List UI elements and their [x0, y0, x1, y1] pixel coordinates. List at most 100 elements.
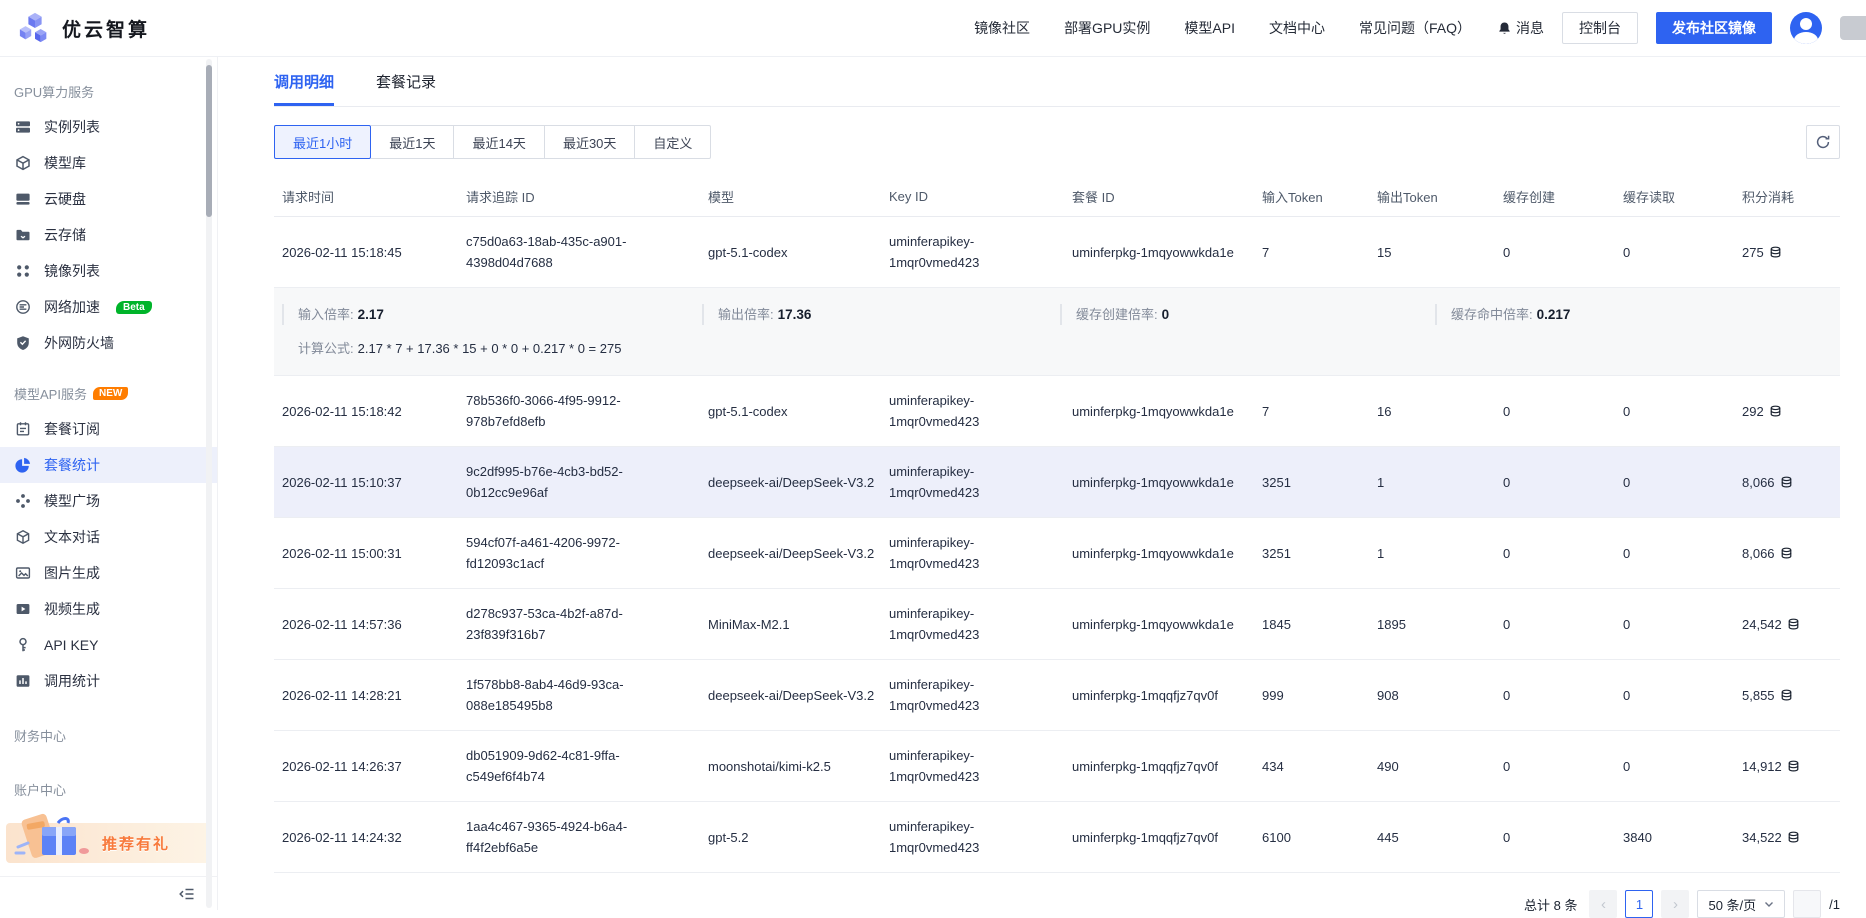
filter-last-1-day[interactable]: 最近1天 [371, 125, 454, 159]
table-row[interactable]: 2026-02-11 14:28:21 1f578bb8-8ab4-46d9-9… [274, 660, 1840, 731]
page-size-select[interactable]: 50 条/页 [1697, 890, 1785, 918]
coin-icon [1780, 476, 1793, 489]
table-row[interactable]: 2026-02-11 15:18:42 78b536f0-3066-4f95-9… [274, 376, 1840, 447]
cell-time: 2026-02-11 14:57:36 [274, 589, 458, 660]
coin-icon [1787, 831, 1800, 844]
cell-model: deepseek-ai/DeepSeek-V3.2 [700, 518, 881, 589]
cell-model: MiniMax-M2.1 [700, 589, 881, 660]
referral-promo-banner[interactable]: 推荐有礼 [6, 823, 211, 863]
publish-community-image-button[interactable]: 发布社区镜像 [1656, 12, 1772, 44]
input-rate: 输入倍率:2.17 [282, 304, 702, 325]
cell-credits: 8,066 [1734, 447, 1840, 518]
cell-credits: 34,522 [1734, 802, 1840, 873]
call-stats-icon [14, 672, 32, 690]
col-credits: 积分消耗 [1734, 177, 1840, 217]
user-info-redacted [1840, 16, 1866, 40]
sidebar-item-model-plaza[interactable]: 模型广场 [0, 483, 217, 519]
collapse-sidebar-icon[interactable] [179, 886, 195, 902]
filter-custom[interactable]: 自定义 [635, 125, 711, 159]
sidebar-item-call-stats[interactable]: 调用统计 [0, 663, 217, 699]
col-cache-create: 缓存创建 [1495, 177, 1615, 217]
sidebar-scrollbar-thumb[interactable] [206, 65, 212, 217]
cache-hit-rate: 缓存命中倍率:0.217 [1435, 304, 1828, 325]
sidebar-item-cloud-disk[interactable]: 云硬盘 [0, 181, 217, 217]
cell-cache-create: 0 [1495, 589, 1615, 660]
cell-input: 7 [1254, 376, 1369, 447]
api-key-icon [14, 636, 32, 654]
col-request-time: 请求时间 [274, 177, 458, 217]
cell-model: deepseek-ai/DeepSeek-V3.2 [700, 447, 881, 518]
nav-link-model-api[interactable]: 模型API [1184, 18, 1235, 38]
sidebar-item-model-library[interactable]: 模型库 [0, 145, 217, 181]
cell-time: 2026-02-11 14:28:21 [274, 660, 458, 731]
sidebar-section-model-api: 模型API服务 NEW [0, 383, 217, 411]
brand[interactable]: 优云智算 [18, 11, 150, 45]
promo-label: 推荐有礼 [102, 833, 170, 854]
sidebar-item-firewall[interactable]: 外网防火墙 [0, 325, 217, 361]
cell-trace: d278c937-53ca-4b2f-a87d-23f839f316b7 [458, 589, 700, 660]
filter-last-14-days[interactable]: 最近14天 [454, 125, 544, 159]
sidebar-section-account[interactable]: 账户中心 [0, 779, 217, 807]
nav-link-image-community[interactable]: 镜像社区 [974, 18, 1030, 38]
sidebar-section-finance[interactable]: 财务中心 [0, 725, 217, 753]
bell-icon [1497, 21, 1512, 36]
cell-cache-create: 0 [1495, 518, 1615, 589]
cell-pkg: uminferpkg-1mqqfjz7qv0f [1064, 802, 1254, 873]
table-row[interactable]: 2026-02-11 14:24:32 1aa4c467-9365-4924-b… [274, 802, 1840, 873]
sidebar-item-package-stats[interactable]: 套餐统计 [0, 447, 217, 483]
cell-cache-read: 0 [1615, 660, 1734, 731]
avatar[interactable] [1790, 12, 1822, 44]
sidebar-item-video-gen[interactable]: 视频生成 [0, 591, 217, 627]
beta-badge: Beta [116, 301, 152, 314]
cell-model: gpt-5.1-codex [700, 376, 881, 447]
jump-to-page-input[interactable] [1793, 890, 1821, 918]
sidebar-item-api-key[interactable]: API KEY [0, 627, 217, 663]
sidebar-item-cloud-storage[interactable]: 云存储 [0, 217, 217, 253]
next-page-button[interactable]: › [1661, 890, 1689, 918]
messages-button[interactable]: 消息 [1497, 18, 1544, 38]
cell-trace: 1f578bb8-8ab4-46d9-93ca-088e185495b8 [458, 660, 700, 731]
cell-pkg: uminferpkg-1mqyowwkda1e [1064, 518, 1254, 589]
table-row-selected[interactable]: 2026-02-11 15:10:37 9c2df995-b76e-4cb3-b… [274, 447, 1840, 518]
table-row[interactable]: 2026-02-11 15:18:45 c75d0a63-18ab-435c-a… [274, 217, 1840, 288]
sidebar-item-network-accel[interactable]: 网络加速 Beta [0, 289, 217, 325]
coin-icon [1787, 760, 1800, 773]
filter-last-30-days[interactable]: 最近30天 [545, 125, 635, 159]
sidebar-item-image-list[interactable]: 镜像列表 [0, 253, 217, 289]
table-header-row: 请求时间 请求追踪 ID 模型 Key ID 套餐 ID 输入Token 输出T… [274, 177, 1840, 217]
model-plaza-icon [14, 492, 32, 510]
sidebar-item-text-chat[interactable]: 文本对话 [0, 519, 217, 555]
cell-cache-create: 0 [1495, 376, 1615, 447]
cell-output: 490 [1369, 731, 1495, 802]
nav-link-faq[interactable]: 常见问题（FAQ） [1359, 18, 1471, 38]
tab-call-details[interactable]: 调用明细 [274, 71, 334, 106]
cell-output: 908 [1369, 660, 1495, 731]
image-list-icon [14, 262, 32, 280]
cell-cache-create: 0 [1495, 217, 1615, 288]
table-row[interactable]: 2026-02-11 14:26:37 db051909-9d62-4c81-9… [274, 731, 1840, 802]
sidebar-item-instance-list[interactable]: 实例列表 [0, 109, 217, 145]
cell-input: 1845 [1254, 589, 1369, 660]
cell-trace: db051909-9d62-4c81-9ffa-c549ef6f4b74 [458, 731, 700, 802]
table-row[interactable]: 2026-02-11 15:00:31 594cf07f-a461-4206-9… [274, 518, 1840, 589]
prev-page-button[interactable]: ‹ [1589, 890, 1617, 918]
cell-output: 1895 [1369, 589, 1495, 660]
text-chat-icon [14, 528, 32, 546]
nav-link-deploy-gpu[interactable]: 部署GPU实例 [1064, 18, 1150, 38]
video-gen-icon [14, 600, 32, 618]
tab-package-records[interactable]: 套餐记录 [376, 71, 436, 106]
refresh-button[interactable] [1806, 125, 1840, 159]
nav-link-docs[interactable]: 文档中心 [1269, 18, 1325, 38]
package-subscribe-icon [14, 420, 32, 438]
sidebar-item-package-subscribe[interactable]: 套餐订阅 [0, 411, 217, 447]
cell-output: 1 [1369, 447, 1495, 518]
page-number[interactable]: 1 [1625, 890, 1653, 918]
cell-credits: 5,855 [1734, 660, 1840, 731]
cell-trace: 1aa4c467-9365-4924-b6a4-ff4f2ebf6a5e [458, 802, 700, 873]
cell-output: 16 [1369, 376, 1495, 447]
console-button[interactable]: 控制台 [1562, 12, 1638, 44]
cell-cache-create: 0 [1495, 660, 1615, 731]
table-row[interactable]: 2026-02-11 14:57:36 d278c937-53ca-4b2f-a… [274, 589, 1840, 660]
sidebar-item-image-gen[interactable]: 图片生成 [0, 555, 217, 591]
filter-last-1-hour[interactable]: 最近1小时 [274, 125, 371, 159]
